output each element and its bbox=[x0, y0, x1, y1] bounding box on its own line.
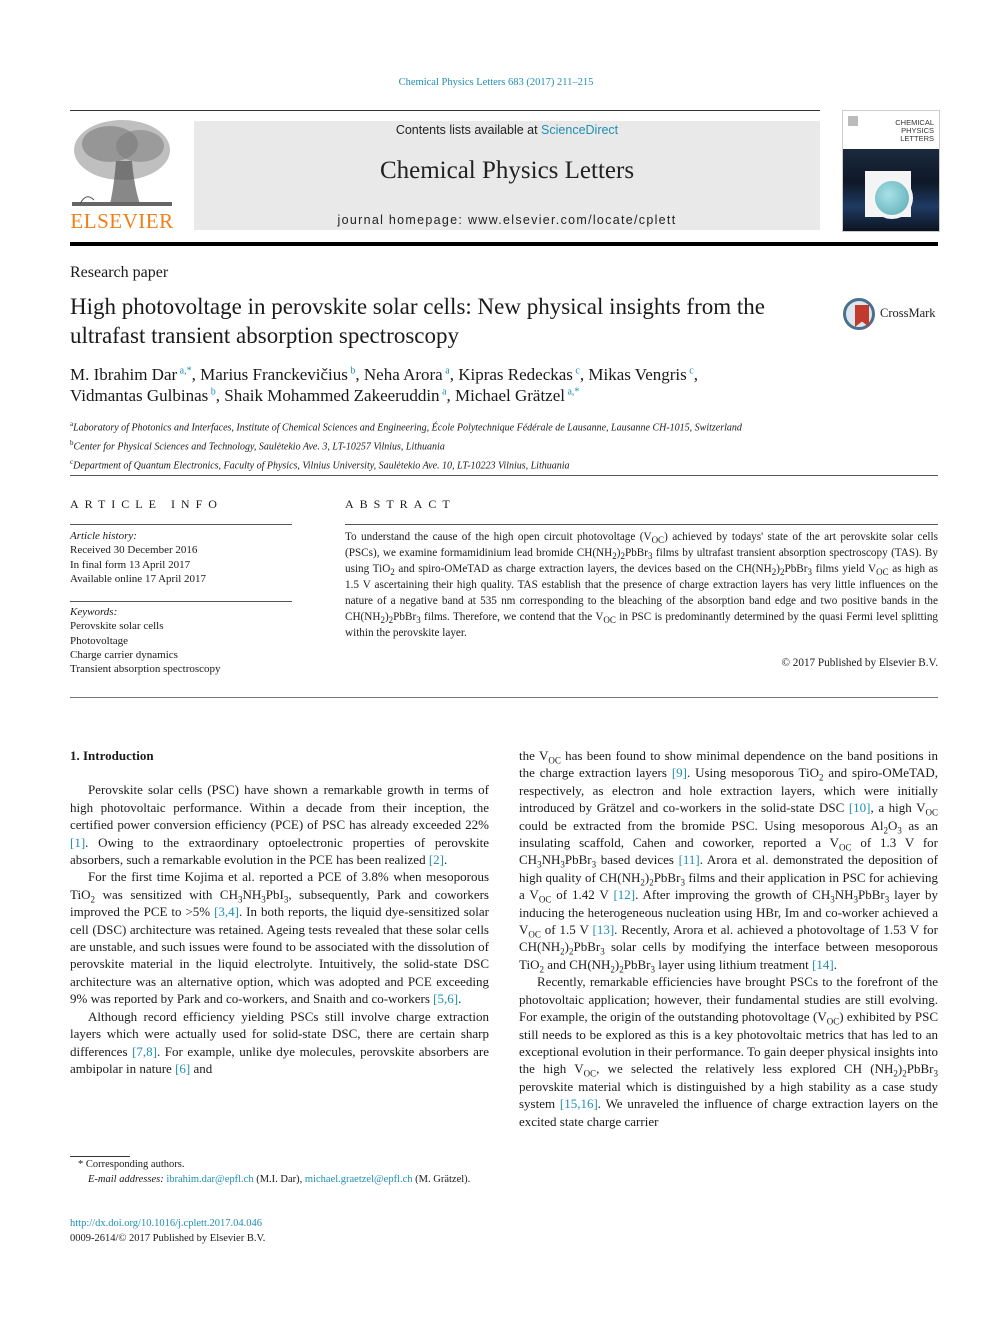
citation-link[interactable]: [7,8] bbox=[132, 1044, 157, 1059]
article-history-label: Article history: bbox=[70, 530, 137, 542]
keyword-item: Perovskite solar cells bbox=[70, 620, 164, 633]
keywords-label: Keywords: bbox=[70, 606, 118, 618]
article-info-heading: ARTICLE INFO bbox=[70, 497, 223, 511]
keyword-item: Photovoltage bbox=[70, 634, 129, 647]
author-name[interactable]: Mikas Vengris bbox=[588, 365, 686, 384]
cover-artwork bbox=[843, 149, 939, 231]
contents-line: Contents lists available at ScienceDirec… bbox=[194, 123, 820, 137]
crossmark-ribbon-icon bbox=[855, 305, 869, 327]
section-heading-introduction: 1. Introduction bbox=[70, 748, 154, 763]
journal-masthead: Contents lists available at ScienceDirec… bbox=[194, 121, 820, 230]
author-name[interactable]: Shaik Mohammed Zakeeruddin bbox=[224, 386, 439, 405]
keywords: Keywords: Perovskite solar cells Photovo… bbox=[70, 605, 221, 676]
crossmark-icon bbox=[843, 298, 875, 330]
author-name[interactable]: Michael Grätzel bbox=[455, 386, 565, 405]
article-history: Article history: Received 30 December 20… bbox=[70, 529, 206, 586]
affiliation-item: aLaboratory of Photonics and Interfaces,… bbox=[70, 417, 940, 436]
cover-title-line: LETTERS bbox=[900, 134, 934, 143]
cover-title: CHEMICAL PHYSICS LETTERS bbox=[895, 119, 934, 143]
paragraph: For the first time Kojima et al. reporte… bbox=[70, 869, 490, 1007]
article-title: High photovoltage in perovskite solar ce… bbox=[70, 294, 765, 348]
crossmark-button[interactable]: CrossMark bbox=[843, 298, 943, 334]
abstract-rule bbox=[345, 524, 938, 525]
cover-sphere-icon bbox=[871, 177, 913, 219]
abstract-text: To understand the cause of the high open… bbox=[345, 531, 939, 639]
email-label: E-mail addresses: bbox=[88, 1174, 164, 1185]
journal-citation-link[interactable]: Chemical Physics Letters 683 (2017) 211–… bbox=[0, 77, 992, 88]
citation-link[interactable]: [5,6] bbox=[433, 991, 458, 1006]
article-info-rule bbox=[70, 524, 292, 525]
paragraph: Recently, remarkable efficiencies have b… bbox=[519, 974, 938, 1129]
masthead-rule bbox=[70, 242, 938, 246]
paragraph: Perovskite solar cells (PSC) have shown … bbox=[70, 782, 489, 868]
sciencedirect-link[interactable]: ScienceDirect bbox=[541, 123, 618, 137]
citation-link[interactable]: [2] bbox=[429, 852, 444, 867]
paragraph: the VOC has been found to show minimal d… bbox=[519, 748, 939, 975]
issn-copyright: 0009-2614/© 2017 Published by Elsevier B… bbox=[70, 1233, 266, 1244]
citation-link[interactable]: [3,4] bbox=[214, 904, 239, 919]
doi-link[interactable]: http://dx.doi.org/10.1016/j.cplett.2017.… bbox=[70, 1218, 262, 1229]
keyword-item: Transient absorption spectroscopy bbox=[70, 663, 221, 676]
footnotes: * Corresponding authors. E-mail addresse… bbox=[70, 1157, 489, 1187]
paragraph: Although record efficiency yielding PSCs… bbox=[70, 1008, 489, 1076]
keyword-item: Charge carrier dynamics bbox=[70, 648, 178, 661]
cover-elsevier-mark-icon bbox=[848, 116, 858, 126]
email-link-dar[interactable]: ibrahim.dar@epfl.ch bbox=[166, 1174, 253, 1185]
corresponding-authors-note: * Corresponding authors. bbox=[78, 1159, 185, 1170]
citation-link[interactable]: [1] bbox=[70, 835, 85, 850]
history-item: Received 30 December 2016 bbox=[70, 544, 198, 557]
author-affiliation-marker[interactable]: c bbox=[689, 365, 693, 376]
affiliation-item: bCenter for Physical Sciences and Techno… bbox=[70, 436, 940, 455]
history-item: Available online 17 April 2017 bbox=[70, 572, 207, 585]
elsevier-wordmark: ELSEVIER bbox=[70, 209, 174, 233]
email-addresses: E-mail addresses: ibrahim.dar@epfl.ch (M… bbox=[88, 1174, 471, 1185]
author-affiliation-marker[interactable]: b bbox=[350, 365, 355, 376]
affiliation-text: Laboratory of Photonics and Interfaces, … bbox=[73, 422, 742, 434]
author-list: M. Ibrahim Dar a,*, Marius Franckevičius… bbox=[70, 365, 698, 405]
author-affiliation-marker[interactable]: a bbox=[445, 365, 449, 376]
journal-title: Chemical Physics Letters bbox=[379, 157, 635, 184]
article-type: Research paper bbox=[70, 264, 169, 281]
citation-link[interactable]: [11] bbox=[679, 852, 700, 867]
author-affiliation-marker[interactable]: a,* bbox=[567, 386, 579, 397]
body-column-left: 1. Introduction Perovskite solar cells (… bbox=[70, 747, 489, 1077]
history-item: In final form 13 April 2017 bbox=[70, 558, 191, 571]
author-name[interactable]: Kipras Redeckas bbox=[458, 365, 573, 384]
author-affiliation-marker[interactable]: a,* bbox=[180, 365, 192, 376]
abstract-heading: ABSTRACT bbox=[345, 497, 456, 511]
citation-link[interactable]: [9] bbox=[672, 765, 687, 780]
affiliation-text: Center for Physical Sciences and Technol… bbox=[73, 441, 445, 453]
abstract-copyright: © 2017 Published by Elsevier B.V. bbox=[781, 657, 938, 669]
citation-link[interactable]: [6] bbox=[175, 1061, 190, 1076]
elsevier-tree-icon bbox=[72, 120, 172, 206]
author-name[interactable]: Neha Arora bbox=[364, 365, 443, 384]
author-affiliation-marker[interactable]: b bbox=[211, 386, 216, 397]
keywords-rule bbox=[70, 601, 292, 602]
citation-link[interactable]: [15,16] bbox=[560, 1096, 598, 1111]
citation-link[interactable]: [13] bbox=[593, 922, 615, 937]
header-rule bbox=[70, 110, 820, 111]
author-affiliation-marker[interactable]: c bbox=[575, 365, 579, 376]
citation-link[interactable]: [10] bbox=[849, 800, 871, 815]
elsevier-logo[interactable]: ELSEVIER bbox=[70, 116, 174, 234]
author-name[interactable]: M. Ibrahim Dar bbox=[70, 365, 177, 384]
doi-block: http://dx.doi.org/10.1016/j.cplett.2017.… bbox=[70, 1216, 265, 1246]
affiliation-item: cDepartment of Quantum Electronics, Facu… bbox=[70, 455, 940, 474]
author-affiliation-marker[interactable]: a bbox=[442, 386, 446, 397]
journal-homepage-link[interactable]: journal homepage: www.elsevier.com/locat… bbox=[194, 213, 820, 227]
body-column-right: the VOC has been found to show minimal d… bbox=[519, 747, 938, 1130]
email-link-graetzel[interactable]: michael.graetzel@epfl.ch bbox=[305, 1174, 413, 1185]
contents-prefix: Contents lists available at bbox=[395, 123, 542, 137]
citation-link[interactable]: [14] bbox=[812, 957, 834, 972]
affiliations: aLaboratory of Photonics and Interfaces,… bbox=[70, 417, 940, 473]
journal-cover-image[interactable]: CHEMICAL PHYSICS LETTERS bbox=[842, 110, 940, 232]
abstract-bottom-rule bbox=[70, 697, 938, 698]
affiliations-rule bbox=[70, 475, 938, 476]
author-name[interactable]: Vidmantas Gulbinas bbox=[70, 386, 208, 405]
citation-link[interactable]: [12] bbox=[613, 887, 635, 902]
crossmark-label: CrossMark bbox=[880, 306, 936, 320]
affiliation-text: Department of Quantum Electronics, Facul… bbox=[73, 459, 570, 471]
author-name[interactable]: Marius Franckevičius bbox=[200, 365, 348, 384]
